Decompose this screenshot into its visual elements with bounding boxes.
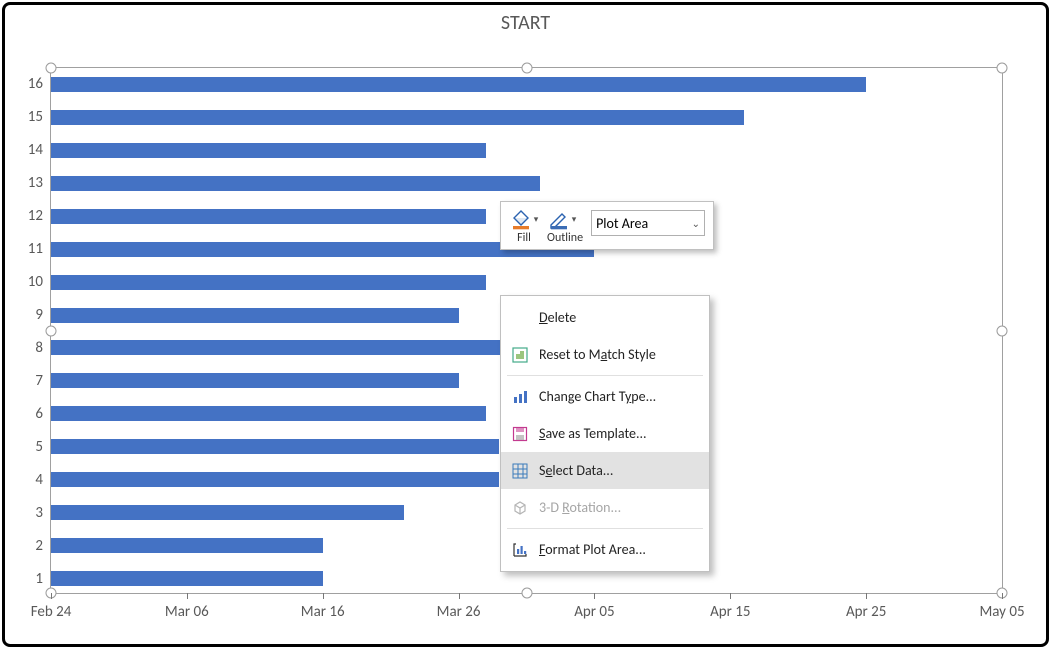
y-axis-label: 11 bbox=[13, 240, 43, 258]
chart-element-combo[interactable]: Plot Area ⌄ bbox=[591, 210, 705, 236]
context-menu: Delete Reset to Match Style Change Chart… bbox=[500, 295, 710, 572]
y-axis-label: 9 bbox=[13, 306, 43, 324]
menu-label: Reset to Match Style bbox=[539, 346, 656, 363]
menu-label: Save as Template... bbox=[539, 425, 647, 442]
menu-separator bbox=[507, 528, 703, 529]
y-axis-label: 5 bbox=[13, 438, 43, 456]
x-axis-label: Mar 16 bbox=[301, 603, 345, 621]
outline-button[interactable]: ▾ Outline bbox=[547, 208, 583, 245]
data-bar[interactable] bbox=[51, 439, 499, 454]
y-axis-label: 6 bbox=[13, 405, 43, 423]
menu-label: 3-D Rotation... bbox=[539, 499, 621, 516]
data-bar[interactable] bbox=[51, 308, 459, 323]
data-bar[interactable] bbox=[51, 505, 404, 520]
data-bar[interactable] bbox=[51, 571, 323, 586]
rotation-3d-icon bbox=[511, 499, 529, 517]
data-bar[interactable] bbox=[51, 275, 486, 290]
y-axis-label: 8 bbox=[13, 339, 43, 357]
chart-title: START bbox=[5, 11, 1046, 35]
data-bar[interactable] bbox=[51, 209, 486, 224]
menu-label: Delete bbox=[539, 309, 576, 326]
pen-icon bbox=[548, 210, 570, 230]
menu-save-as-template[interactable]: Save as Template... bbox=[501, 415, 709, 452]
menu-reset-to-match-style[interactable]: Reset to Match Style bbox=[501, 336, 709, 373]
y-axis-label: 2 bbox=[13, 537, 43, 555]
menu-format-plot-area[interactable]: Format Plot Area... bbox=[501, 531, 709, 568]
y-axis-label: 16 bbox=[13, 75, 43, 93]
menu-label: Format Plot Area... bbox=[539, 541, 646, 558]
x-axis-tick bbox=[730, 593, 731, 599]
data-bar[interactable] bbox=[51, 143, 486, 158]
x-axis-label: Apr 25 bbox=[846, 603, 886, 621]
chart-container: START 12345678910111213141516Feb 24Mar 0… bbox=[2, 2, 1049, 647]
y-axis-label: 1 bbox=[13, 570, 43, 588]
y-axis-label: 7 bbox=[13, 372, 43, 390]
menu-separator bbox=[507, 375, 703, 376]
x-axis-tick bbox=[459, 593, 460, 599]
data-bar[interactable] bbox=[51, 176, 540, 191]
fill-button[interactable]: ▾ Fill bbox=[509, 208, 539, 245]
x-axis-tick bbox=[866, 593, 867, 599]
chevron-down-icon: ⌄ bbox=[692, 217, 700, 230]
reset-style-icon bbox=[511, 346, 529, 364]
fill-label: Fill bbox=[509, 232, 539, 245]
y-axis-label: 10 bbox=[13, 273, 43, 291]
menu-label: Select Data... bbox=[539, 462, 613, 479]
save-template-icon bbox=[511, 425, 529, 443]
data-bar[interactable] bbox=[51, 406, 486, 421]
x-axis-tick bbox=[323, 593, 324, 599]
y-axis-label: 4 bbox=[13, 471, 43, 489]
y-axis-label: 3 bbox=[13, 504, 43, 522]
data-bar[interactable] bbox=[51, 373, 459, 388]
x-axis-label: Mar 06 bbox=[165, 603, 209, 621]
chart-type-icon bbox=[511, 388, 529, 406]
outline-label: Outline bbox=[547, 232, 583, 245]
y-axis-label: 15 bbox=[13, 108, 43, 126]
y-axis-label: 12 bbox=[13, 207, 43, 225]
x-axis-label: Feb 24 bbox=[31, 603, 72, 621]
menu-select-data[interactable]: Select Data... bbox=[501, 452, 709, 489]
x-axis-tick bbox=[187, 593, 188, 599]
x-axis-tick bbox=[51, 593, 52, 599]
data-bar[interactable] bbox=[51, 472, 499, 487]
x-axis-label: Apr 05 bbox=[574, 603, 614, 621]
menu-change-chart-type[interactable]: Change Chart Type... bbox=[501, 378, 709, 415]
data-bar[interactable] bbox=[51, 77, 866, 92]
format-plot-area-icon bbox=[511, 541, 529, 559]
select-data-icon bbox=[511, 462, 529, 480]
x-axis-label: Mar 26 bbox=[437, 603, 481, 621]
data-bar[interactable] bbox=[51, 110, 744, 125]
paint-bucket-icon bbox=[510, 210, 532, 230]
menu-3d-rotation: 3-D Rotation... bbox=[501, 489, 709, 526]
y-axis-label: 13 bbox=[13, 174, 43, 192]
menu-label: Change Chart Type... bbox=[539, 388, 656, 405]
x-axis-label: May 05 bbox=[979, 603, 1024, 621]
chevron-down-icon: ▾ bbox=[534, 215, 539, 225]
x-axis-tick bbox=[1002, 593, 1003, 599]
x-axis-label: Apr 15 bbox=[710, 603, 750, 621]
y-axis-label: 14 bbox=[13, 141, 43, 159]
combo-value: Plot Area bbox=[596, 215, 648, 232]
x-axis-tick bbox=[594, 593, 595, 599]
chevron-down-icon: ▾ bbox=[572, 215, 577, 225]
menu-delete[interactable]: Delete bbox=[501, 299, 709, 336]
mini-toolbar: ▾ Fill ▾ Outline Plot Area ⌄ bbox=[500, 201, 714, 250]
data-bar[interactable] bbox=[51, 538, 323, 553]
